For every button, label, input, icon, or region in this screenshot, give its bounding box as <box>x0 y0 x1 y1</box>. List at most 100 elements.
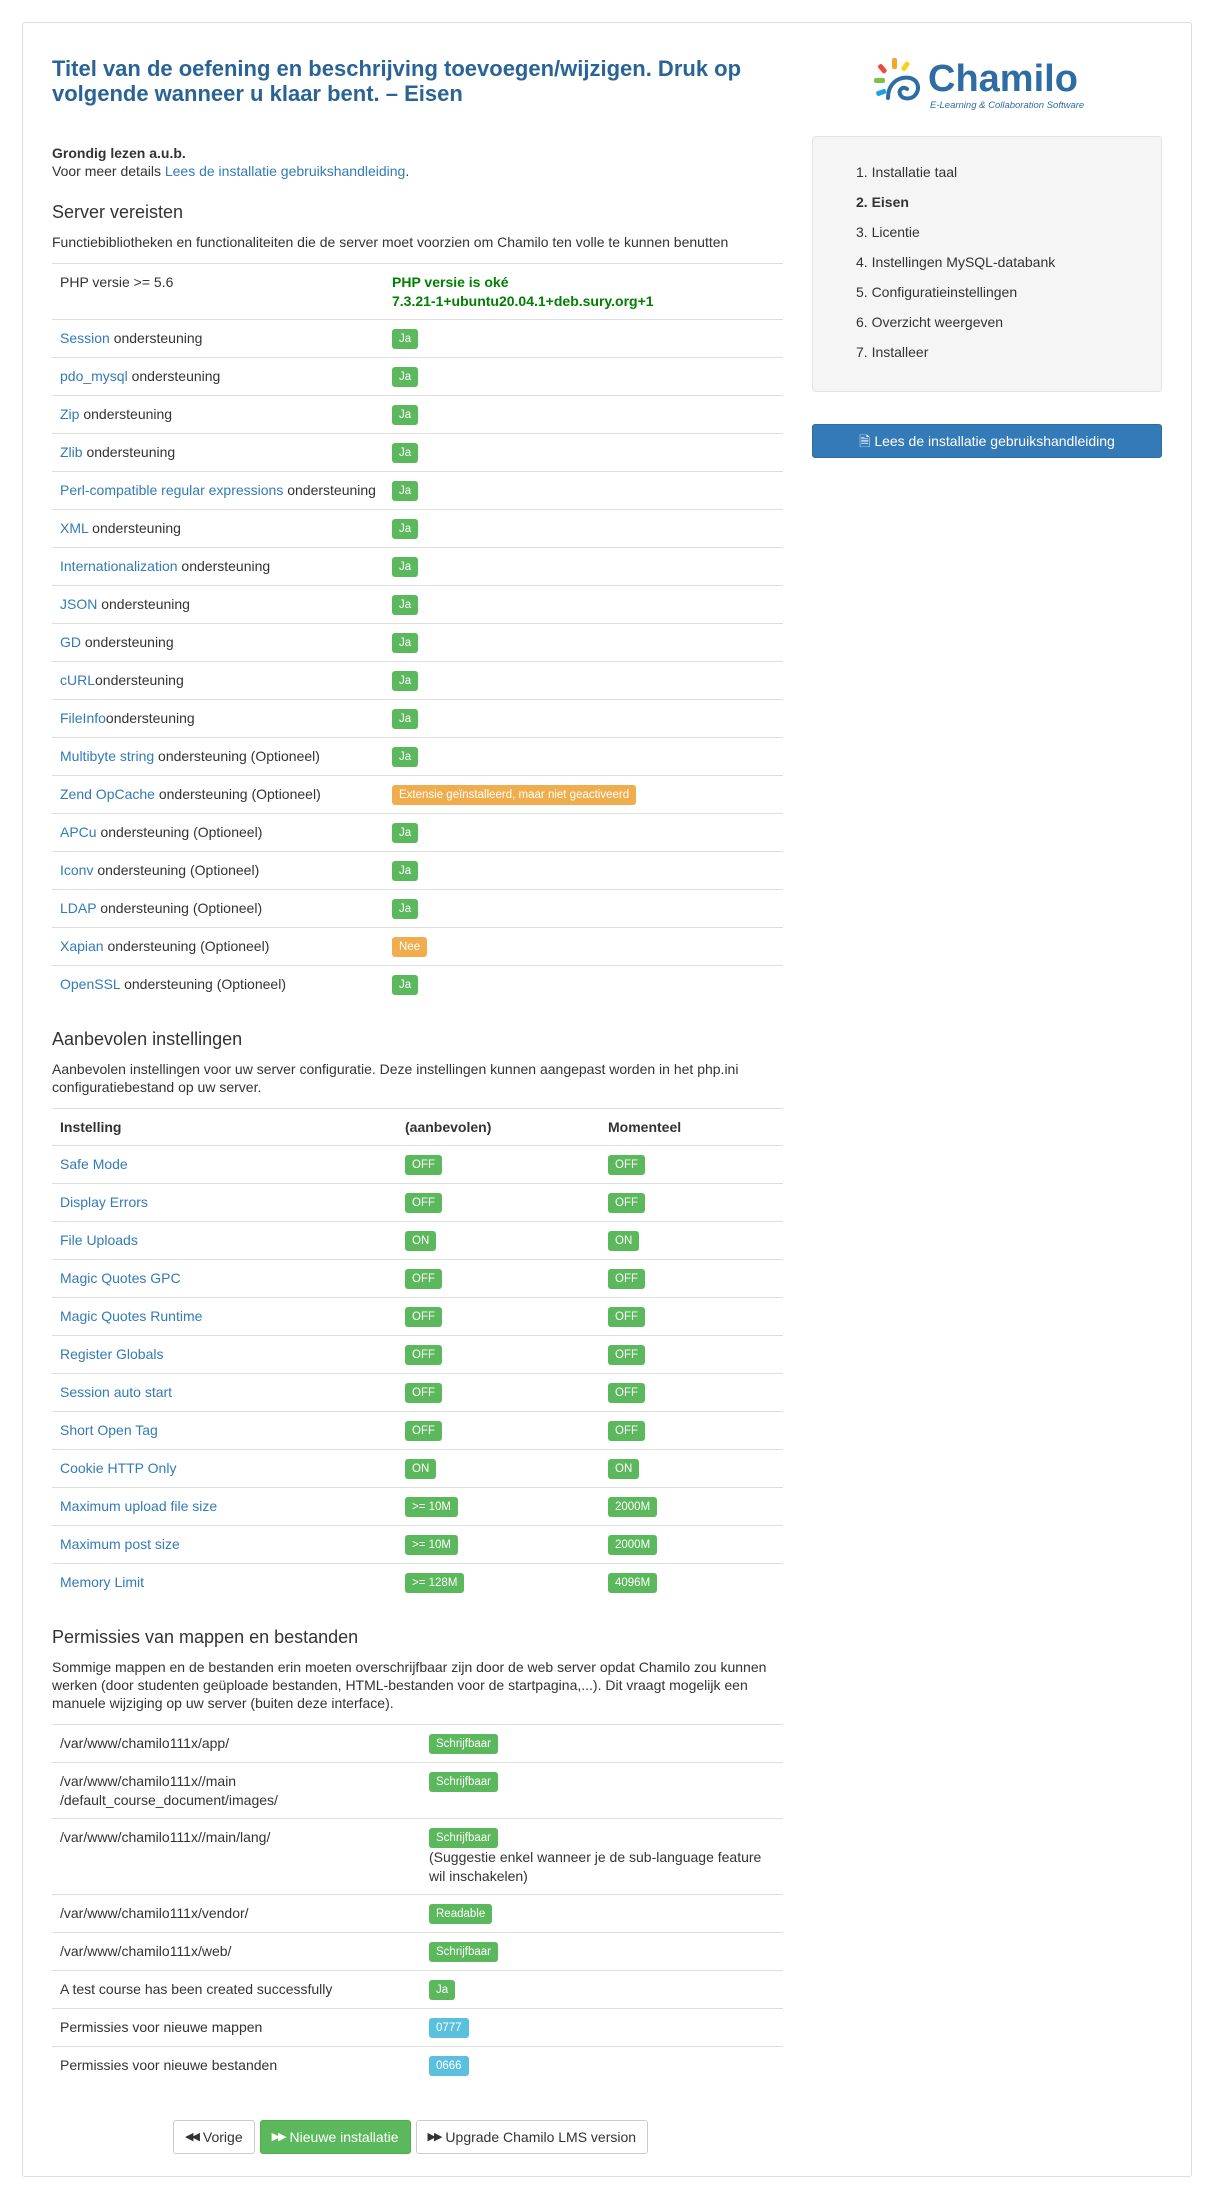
requirement-link[interactable]: Multibyte string <box>60 748 154 764</box>
table-row: Magic Quotes Runtime OFF OFF <box>52 1297 783 1336</box>
upgrade-button[interactable]: ▶▶ Upgrade Chamilo LMS version <box>415 2120 649 2154</box>
requirement-link[interactable]: cURL <box>60 672 95 688</box>
permission-status: 0666 <box>421 2046 783 2084</box>
requirement-status: Ja <box>384 547 783 586</box>
setting-current: OFF <box>600 1145 783 1184</box>
step-item: 3. Licentie <box>856 224 920 240</box>
status-badge: ON <box>405 1459 437 1479</box>
status-badge: >= 128M <box>405 1573 465 1593</box>
status-badge: 2000M <box>608 1535 658 1555</box>
table-header-row: Instelling (aanbevolen) Momenteel <box>52 1108 783 1146</box>
status-badge: Schrijfbaar <box>429 1828 498 1848</box>
setting-link[interactable]: Display Errors <box>60 1194 148 1210</box>
table-row: Maximum upload file size >= 10M 2000M <box>52 1487 783 1526</box>
setting-name: Memory Limit <box>52 1563 397 1601</box>
table-row: Session ondersteuning Ja <box>52 319 783 358</box>
permission-path: /var/www/chamilo111x//main /default_cour… <box>52 1762 421 1819</box>
setting-link[interactable]: Session auto start <box>60 1384 172 1400</box>
table-row: Session auto start OFF OFF <box>52 1373 783 1412</box>
table-row: Maximum post size >= 10M 2000M <box>52 1525 783 1564</box>
requirement-link[interactable]: Zip <box>60 406 79 422</box>
requirement-link[interactable]: GD <box>60 634 81 650</box>
requirement-link[interactable]: Zend OpCache <box>60 786 155 802</box>
setting-link[interactable]: Cookie HTTP Only <box>60 1460 176 1476</box>
setting-current: OFF <box>600 1411 783 1450</box>
status-badge: OFF <box>608 1383 645 1403</box>
requirement-link[interactable]: XML <box>60 520 88 536</box>
server-requirements-description: Functiebibliotheken en functionaliteiten… <box>52 234 729 250</box>
guide-link[interactable]: Lees de installatie gebruikshandleiding <box>165 163 406 179</box>
read-carefully-text: Grondig lezen a.u.b. <box>52 145 186 161</box>
php-version-label: PHP versie >= 5.6 <box>52 263 384 320</box>
setting-current: ON <box>600 1449 783 1488</box>
requirement-name: APCu ondersteuning (Optioneel) <box>52 813 384 852</box>
setting-link[interactable]: Magic Quotes Runtime <box>60 1308 202 1324</box>
requirement-status: Nee <box>384 927 783 966</box>
table-row: APCu ondersteuning (Optioneel) Ja <box>52 813 783 852</box>
requirement-status: Ja <box>384 433 783 472</box>
requirement-link[interactable]: Zlib <box>60 444 83 460</box>
table-row: Safe Mode OFF OFF <box>52 1145 783 1184</box>
setting-current: OFF <box>600 1259 783 1298</box>
table-row: /var/www/chamilo111x/app/Schrijfbaar <box>52 1724 783 1763</box>
details-prefix: Voor meer details <box>52 163 165 179</box>
status-badge: OFF <box>608 1421 645 1441</box>
requirement-status: Ja <box>384 851 783 890</box>
requirement-text: ondersteuning <box>105 710 195 726</box>
setting-current: 2000M <box>600 1487 783 1526</box>
requirement-text: ondersteuning (Optioneel) <box>154 748 320 764</box>
requirement-link[interactable]: OpenSSL <box>60 976 120 992</box>
backward-icon: ◀◀ <box>185 2131 200 2143</box>
setting-link[interactable]: Maximum post size <box>60 1536 180 1552</box>
recommended-settings-heading: Aanbevolen instellingen <box>52 1029 243 1049</box>
status-badge: Ja <box>392 595 419 615</box>
setting-recommended: OFF <box>397 1335 600 1374</box>
requirement-text: ondersteuning <box>283 482 376 498</box>
status-badge: OFF <box>608 1307 645 1327</box>
guide-button[interactable]: 🗎 Lees de installatie gebruikshandleidin… <box>812 424 1162 458</box>
php-version-ok: PHP versie is oké <box>392 274 509 290</box>
requirement-link[interactable]: pdo_mysql <box>60 368 128 384</box>
requirement-link[interactable]: Iconv <box>60 862 93 878</box>
setting-recommended: OFF <box>397 1259 600 1298</box>
setting-recommended: >= 10M <box>397 1487 600 1526</box>
status-badge: OFF <box>405 1383 442 1403</box>
requirement-text: ondersteuning <box>95 672 184 688</box>
requirement-link[interactable]: Perl-compatible regular expressions <box>60 482 283 498</box>
status-badge: ON <box>608 1231 640 1251</box>
requirement-link[interactable]: Xapian <box>60 938 104 954</box>
requirement-link[interactable]: JSON <box>60 596 97 612</box>
status-badge: Schrijfbaar <box>429 1772 498 1792</box>
requirement-link[interactable]: Session <box>60 330 110 346</box>
requirement-link[interactable]: LDAP <box>60 900 96 916</box>
recommended-settings-description: Aanbevolen instellingen voor uw server c… <box>52 1061 739 1095</box>
new-install-button[interactable]: ▶▶ Nieuwe installatie <box>259 2120 411 2154</box>
setting-link[interactable]: File Uploads <box>60 1232 138 1248</box>
setting-link[interactable]: Safe Mode <box>60 1156 128 1172</box>
table-row: Zlib ondersteuning Ja <box>52 433 783 472</box>
status-badge: Ja <box>392 747 419 767</box>
status-badge: OFF <box>405 1155 442 1175</box>
table-row: A test course has been created successfu… <box>52 1970 783 2009</box>
requirement-link[interactable]: FileInfo <box>60 710 106 726</box>
setting-link[interactable]: Magic Quotes GPC <box>60 1270 181 1286</box>
setting-link[interactable]: Register Globals <box>60 1346 164 1362</box>
setting-link[interactable]: Short Open Tag <box>60 1422 158 1438</box>
requirement-link[interactable]: Internationalization <box>60 558 178 574</box>
setting-name: Maximum upload file size <box>52 1487 397 1526</box>
requirement-name: Internationalization ondersteuning <box>52 547 384 586</box>
status-badge: Readable <box>429 1904 493 1924</box>
requirement-name: FileInfoondersteuning <box>52 699 384 738</box>
requirement-text: ondersteuning <box>177 558 271 574</box>
setting-current: ON <box>600 1221 783 1260</box>
previous-button[interactable]: ◀◀ Vorige <box>173 2120 255 2154</box>
step-item: 1. Installatie taal <box>856 164 958 180</box>
setting-recommended: OFF <box>397 1411 600 1450</box>
setting-link[interactable]: Maximum upload file size <box>60 1498 217 1514</box>
setting-link[interactable]: Memory Limit <box>60 1574 144 1590</box>
status-badge: Ja <box>392 633 419 653</box>
status-badge: >= 10M <box>405 1497 458 1517</box>
requirement-link[interactable]: APCu <box>60 824 97 840</box>
requirement-name: pdo_mysql ondersteuning <box>52 357 384 396</box>
setting-recommended: OFF <box>397 1183 600 1222</box>
